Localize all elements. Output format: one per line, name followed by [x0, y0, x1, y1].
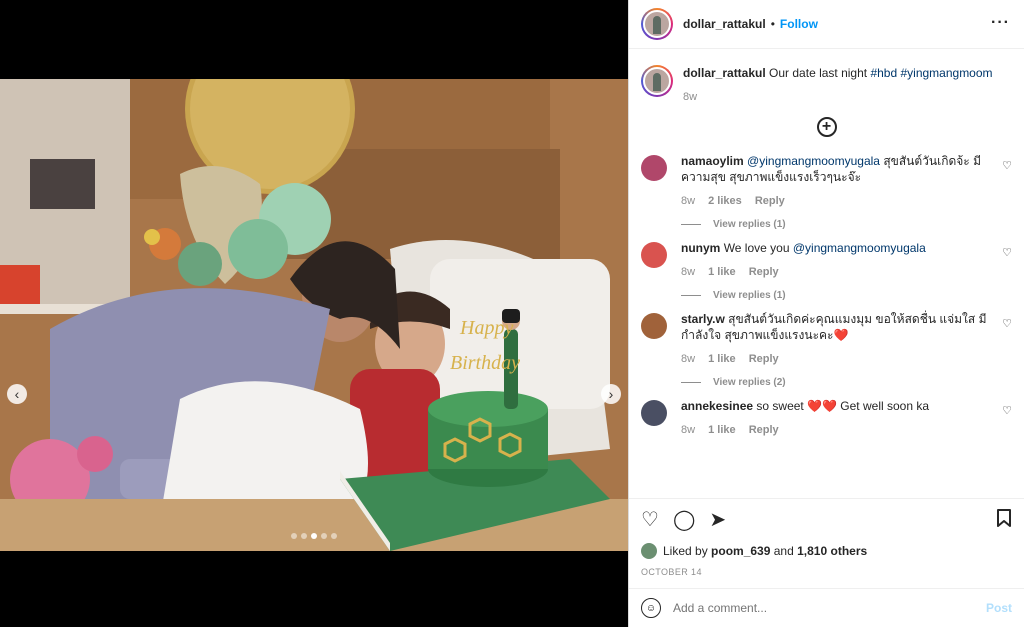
reply-button[interactable]: Reply	[749, 353, 779, 365]
post-header: dollar_rattakul • Follow ···	[629, 0, 1024, 49]
reply-button[interactable]: Reply	[749, 266, 779, 278]
liked-by-user[interactable]: poom_639	[711, 544, 770, 558]
commenter-avatar[interactable]	[641, 313, 667, 339]
comment: nunym We love you @yingmangmoomyugala 8w…	[641, 240, 1012, 278]
comment: annekesinee so sweet ❤️❤️ Get well soon …	[641, 398, 1012, 436]
load-more-comments-button[interactable]: +	[641, 117, 1012, 137]
commenter-avatar[interactable]	[641, 242, 667, 268]
prev-photo-button[interactable]: ‹	[7, 384, 27, 404]
like-heart-icon[interactable]: ♡	[641, 510, 659, 530]
caption: dollar_rattakul Our date last night #hbd…	[641, 65, 1012, 103]
caption-text: Our date last night	[769, 66, 868, 80]
carousel-dot-active	[311, 533, 317, 539]
caption-username[interactable]: dollar_rattakul	[683, 66, 766, 80]
likes-summary: Liked by poom_639 and 1,810 others	[641, 543, 1012, 559]
post-actions: ♡ ◯ ➤ Liked by poom_639 and 1,810 others…	[629, 498, 1024, 577]
author-avatar[interactable]	[641, 8, 673, 40]
plus-circle-icon: +	[816, 117, 837, 137]
comment-likes[interactable]: 2 likes	[708, 195, 742, 207]
carousel-dot	[301, 533, 307, 539]
like-comment-heart-icon[interactable]: ♡	[1002, 159, 1012, 172]
commenter-username[interactable]: nunym	[681, 241, 720, 255]
comment-input[interactable]	[673, 601, 986, 615]
comment-text: so sweet ❤️❤️ Get well soon ka	[756, 399, 930, 413]
caption-avatar[interactable]	[641, 65, 673, 97]
liked-by-label: Liked by	[663, 544, 708, 558]
comment-age: 8w	[681, 353, 696, 365]
chevron-right-icon: ›	[608, 386, 614, 402]
more-options-icon[interactable]: ···	[991, 14, 1010, 32]
comment: namaoylim @yingmangmoomyugala สุขสันต์วั…	[641, 153, 1012, 207]
add-comment-bar: ☺ Post	[629, 588, 1024, 627]
reply-button[interactable]: Reply	[755, 195, 785, 207]
share-paper-plane-icon[interactable]: ➤	[709, 510, 726, 530]
chevron-left-icon: ‹	[14, 386, 20, 402]
svg-text:Birthday: Birthday	[450, 352, 520, 374]
commenter-avatar[interactable]	[641, 400, 667, 426]
comment-text: สุขสันต์วันเกิดค่ะคุณแมงมุม ขอให้สดชื่น …	[681, 312, 987, 342]
post-side-panel: dollar_rattakul • Follow ··· dollar_ratt…	[628, 0, 1024, 627]
caption-hashtags[interactable]: #hbd #yingmangmoom	[870, 66, 992, 80]
carousel-indicator	[0, 533, 628, 539]
like-comment-heart-icon[interactable]: ♡	[1002, 317, 1012, 330]
view-replies-button[interactable]: View replies (1)	[681, 290, 1012, 301]
comment: starly.w สุขสันต์วันเกิดค่ะคุณแมงมุม ขอใ…	[641, 311, 1012, 365]
likes-count[interactable]: 1,810 others	[797, 544, 867, 558]
like-comment-heart-icon[interactable]: ♡	[1002, 404, 1012, 417]
commenter-username[interactable]: annekesinee	[681, 399, 753, 413]
comment-likes[interactable]: 1 like	[708, 424, 736, 436]
commenter-username[interactable]: starly.w	[681, 312, 725, 326]
view-replies-label: View replies (1)	[713, 219, 786, 230]
view-replies-button[interactable]: View replies (1)	[681, 219, 1012, 230]
post-photo[interactable]: Happy Birthday ‹ ›	[0, 79, 628, 551]
caption-age: 8w	[683, 91, 698, 103]
post-comment-button[interactable]: Post	[986, 601, 1012, 615]
comment-likes[interactable]: 1 like	[708, 266, 736, 278]
carousel-dot	[331, 533, 337, 539]
view-replies-label: View replies (1)	[713, 290, 786, 301]
photo-illustration: Happy Birthday	[0, 79, 628, 551]
carousel-dot	[321, 533, 327, 539]
view-replies-label: View replies (2)	[713, 377, 786, 388]
svg-text:Happy: Happy	[459, 317, 513, 339]
like-comment-heart-icon[interactable]: ♡	[1002, 246, 1012, 259]
comment-mention[interactable]: @yingmangmoomyugala	[747, 154, 880, 168]
comment-age: 8w	[681, 424, 696, 436]
post-date: OCTOBER 14	[641, 567, 702, 577]
commenter-avatar[interactable]	[641, 155, 667, 181]
bookmark-icon[interactable]	[996, 508, 1012, 532]
liker-avatar[interactable]	[641, 543, 657, 559]
comment-mention[interactable]: @yingmangmoomyugala	[793, 241, 926, 255]
separator-dot: •	[770, 17, 775, 31]
liked-and-label: and	[773, 544, 794, 558]
comment-likes[interactable]: 1 like	[708, 353, 736, 365]
reply-button[interactable]: Reply	[749, 424, 779, 436]
comments-section: dollar_rattakul Our date last night #hbd…	[629, 49, 1024, 497]
comment-bubble-icon[interactable]: ◯	[673, 510, 695, 530]
comment-age: 8w	[681, 195, 696, 207]
post-media: Happy Birthday ‹ ›	[0, 0, 628, 627]
view-replies-button[interactable]: View replies (2)	[681, 377, 1012, 388]
author-username[interactable]: dollar_rattakul	[683, 17, 766, 31]
commenter-username[interactable]: namaoylim	[681, 154, 744, 168]
carousel-dot	[291, 533, 297, 539]
comment-text: We love you	[723, 241, 790, 255]
emoji-icon[interactable]: ☺	[641, 598, 661, 618]
next-photo-button[interactable]: ›	[601, 384, 621, 404]
comment-age: 8w	[681, 266, 696, 278]
follow-button[interactable]: Follow	[780, 17, 818, 31]
